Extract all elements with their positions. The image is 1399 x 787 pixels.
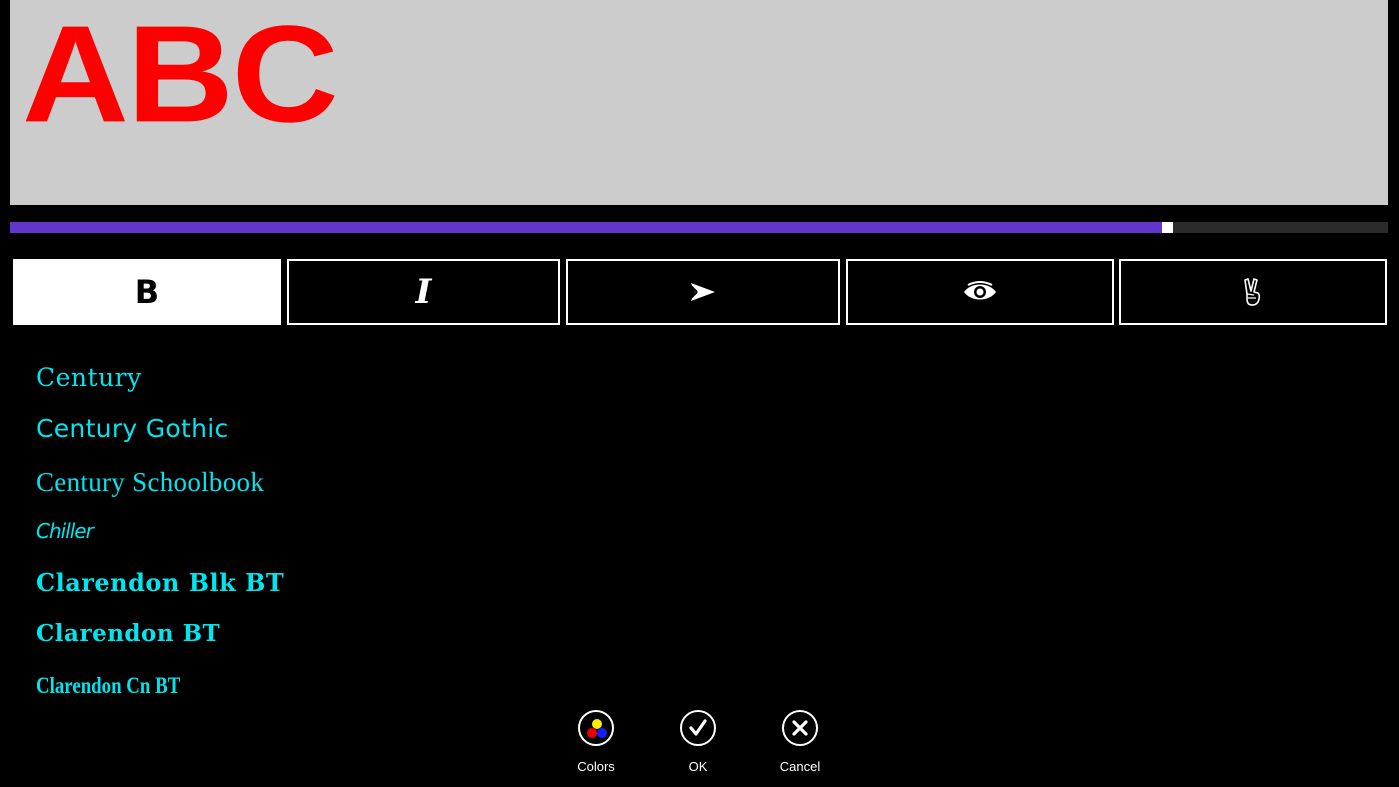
font-item-clarendon-bt[interactable]: Clarendon BT bbox=[36, 620, 220, 647]
ok-label: OK bbox=[688, 759, 708, 774]
app-root: ABC B I Century Century Gothic Century S… bbox=[0, 0, 1399, 787]
preview-text: ABC bbox=[22, 0, 339, 152]
font-item-century-schoolbook[interactable]: Century Schoolbook bbox=[36, 467, 264, 498]
text-preview-panel: ABC bbox=[10, 0, 1388, 205]
font-item-century-gothic[interactable]: Century Gothic bbox=[36, 414, 229, 443]
bold-button[interactable]: B bbox=[13, 259, 281, 325]
fun-style-button[interactable] bbox=[1119, 259, 1387, 325]
direction-button[interactable] bbox=[566, 259, 840, 325]
checkmark-icon bbox=[680, 710, 716, 746]
send-arrow-icon bbox=[690, 283, 715, 301]
size-slider-fill bbox=[10, 222, 1162, 233]
colors-icon bbox=[578, 710, 614, 746]
font-item-chiller[interactable]: Chiller bbox=[36, 519, 94, 543]
ok-button[interactable]: OK bbox=[658, 710, 738, 780]
italic-icon: I bbox=[415, 272, 432, 312]
font-item-century[interactable]: Century bbox=[36, 363, 142, 392]
eye-icon bbox=[964, 281, 996, 300]
cancel-button[interactable]: Cancel bbox=[760, 710, 840, 780]
peace-hand-icon bbox=[1244, 278, 1261, 306]
font-item-clarendon-cn-bt[interactable]: Clarendon Cn BT bbox=[36, 673, 180, 699]
size-slider[interactable] bbox=[10, 222, 1388, 233]
font-item-clarendon-blk-bt[interactable]: Clarendon Blk BT bbox=[36, 568, 284, 597]
italic-button[interactable]: I bbox=[287, 259, 560, 325]
cancel-label: Cancel bbox=[779, 759, 821, 774]
bold-icon: B bbox=[134, 273, 160, 311]
visibility-button[interactable] bbox=[846, 259, 1114, 325]
colors-label: Colors bbox=[577, 759, 615, 774]
colors-button[interactable]: Colors bbox=[556, 710, 636, 780]
size-slider-thumb[interactable] bbox=[1162, 222, 1173, 233]
close-icon bbox=[782, 710, 818, 746]
